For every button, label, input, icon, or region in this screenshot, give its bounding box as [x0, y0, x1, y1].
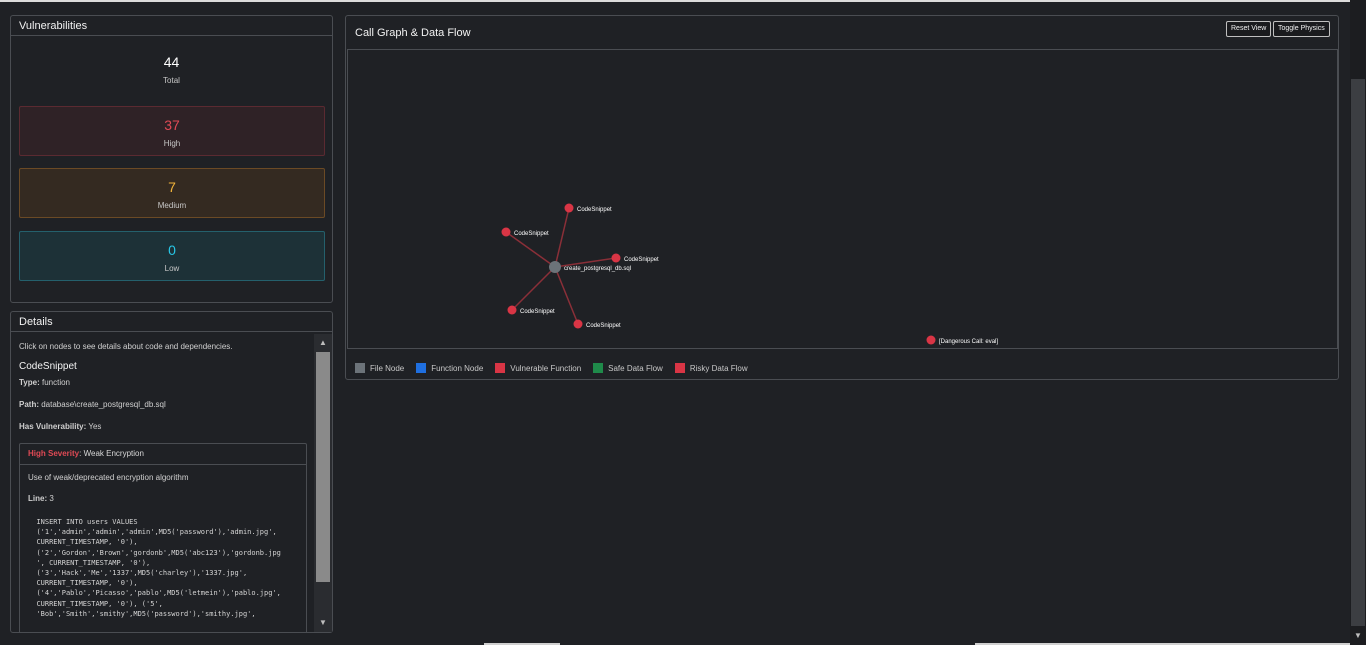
details-title: Details: [11, 312, 332, 332]
vulnerability-card-header: High Severity: Weak Encryption: [20, 444, 306, 465]
graph-node-label: create_postgresql_db.sql: [564, 266, 631, 272]
vulnerable-function-node[interactable]: [507, 305, 517, 315]
legend-item: Vulnerable Function: [495, 363, 581, 373]
legend-swatch: [355, 363, 365, 373]
details-scroll-thumb[interactable]: [316, 352, 330, 582]
vulnerable-function-node[interactable]: [926, 335, 936, 345]
legend-swatch: [416, 363, 427, 373]
high-label: High: [163, 139, 181, 148]
page-scroll-down-icon[interactable]: ▼: [1350, 631, 1366, 643]
path-row: Path: database\create_postgresql_db.sql: [19, 400, 305, 409]
toggle-physics-button[interactable]: Toggle Physics: [1273, 21, 1330, 37]
medium-count: 7: [168, 179, 176, 195]
legend-label: Safe Data Flow: [608, 363, 663, 373]
vulnerable-function-node[interactable]: [564, 203, 574, 213]
graph-edge: [505, 231, 556, 268]
high-count: 37: [164, 117, 180, 133]
total-count: 44: [163, 54, 180, 70]
legend-item: File Node: [355, 363, 404, 373]
line-value: 3: [49, 494, 54, 503]
legend-swatch: [674, 363, 685, 373]
vulnerable-function-node[interactable]: [611, 253, 621, 263]
graph-node-label: CodeSnippet: [586, 323, 621, 329]
legend-label: Risky Data Flow: [689, 363, 748, 373]
graph-edge: [511, 266, 556, 311]
vulnerable-function-node[interactable]: [501, 227, 511, 237]
total-stat: 44 Total: [11, 54, 332, 85]
details-scroll-area[interactable]: Click on nodes to see details about code…: [11, 334, 313, 632]
graph-node-label: CodeSnippet: [514, 231, 549, 237]
vulnerability-card: High Severity: Weak Encryption Use of we…: [19, 443, 307, 632]
legend-swatch: [593, 363, 604, 373]
graph-title: Call Graph & Data Flow: [355, 27, 471, 39]
selected-node-name: CodeSnippet: [19, 361, 77, 372]
type-row: Type: function: [19, 378, 305, 387]
graph-edge: [554, 266, 579, 325]
has-vulnerability-label: Has Vulnerability:: [19, 422, 87, 431]
medium-stat-box: 7 Medium: [19, 168, 325, 218]
vulnerability-card-body: Use of weak/deprecated encryption algori…: [20, 465, 306, 627]
scroll-up-icon[interactable]: ▲: [314, 336, 332, 350]
legend-item: Risky Data Flow: [674, 363, 748, 373]
graph-svg[interactable]: create_postgresql_db.sql CodeSnippet CodeS…: [348, 50, 1337, 348]
file-node[interactable]: [549, 261, 561, 273]
top-border: [0, 0, 1366, 2]
graph-node-label: [Dangerous Call: eval]: [939, 339, 998, 345]
graph-node-label: CodeSnippet: [624, 257, 659, 263]
legend-label: File Node: [370, 363, 405, 373]
type-value: function: [41, 378, 71, 387]
graph-legend: File Node Function Node Vulnerable Functio…: [355, 363, 760, 373]
low-label: Low: [164, 264, 180, 273]
has-vulnerability-row: Has Vulnerability: Yes: [19, 422, 305, 431]
vulnerabilities-title: Vulnerabilities: [11, 16, 332, 36]
legend-label: Function Node: [431, 363, 484, 373]
legend-item: Function Node: [416, 363, 483, 373]
path-value: database\create_postgresql_db.sql: [41, 400, 166, 409]
vulnerability-title: : Weak Encryption: [79, 449, 144, 458]
legend-label: Vulnerable Function: [510, 363, 582, 373]
vulnerability-description: Use of weak/deprecated encryption algori…: [28, 473, 189, 482]
line-label: Line:: [28, 494, 48, 503]
total-label: Total: [163, 76, 180, 85]
page-scroll-thumb[interactable]: [1351, 79, 1365, 626]
low-stat-box: 0 Low: [19, 231, 325, 281]
scroll-down-icon[interactable]: ▼: [314, 616, 332, 630]
severity-label: High Severity: [28, 449, 80, 458]
has-vulnerability-value: Yes: [88, 422, 102, 431]
graph-edge: [554, 207, 570, 268]
path-label: Path:: [19, 400, 39, 409]
legend-item: Safe Data Flow: [593, 363, 663, 373]
details-panel: Details Click on nodes to see details ab…: [10, 311, 333, 633]
graph-node-label: CodeSnippet: [520, 309, 555, 315]
code-snippet: INSERT INTO users VALUES ('1','admin','a…: [36, 518, 281, 618]
legend-swatch: [495, 363, 506, 373]
high-stat-box: 37 High: [19, 106, 325, 156]
type-label: Type:: [19, 378, 40, 387]
graph-node-label: CodeSnippet: [577, 207, 612, 213]
page-scrollbar[interactable]: ▼: [1350, 0, 1366, 645]
vulnerabilities-panel: Vulnerabilities 44 Total 37 High 7 Mediu…: [10, 15, 333, 303]
page-scroll-up-icon[interactable]: [1350, 0, 1366, 12]
reset-view-button[interactable]: Reset View: [1226, 21, 1272, 37]
details-scrollbar[interactable]: ▲ ▼: [314, 334, 332, 632]
graph-canvas[interactable]: create_postgresql_db.sql CodeSnippet CodeS…: [347, 49, 1338, 349]
low-count: 0: [168, 242, 176, 258]
vulnerable-function-node[interactable]: [573, 319, 583, 329]
line-row: Line: 3: [28, 494, 298, 503]
details-hint: Click on nodes to see details about code…: [19, 342, 233, 351]
medium-label: Medium: [157, 201, 187, 210]
call-graph-panel: Call Graph & Data Flow Reset View Toggle…: [345, 15, 1339, 380]
